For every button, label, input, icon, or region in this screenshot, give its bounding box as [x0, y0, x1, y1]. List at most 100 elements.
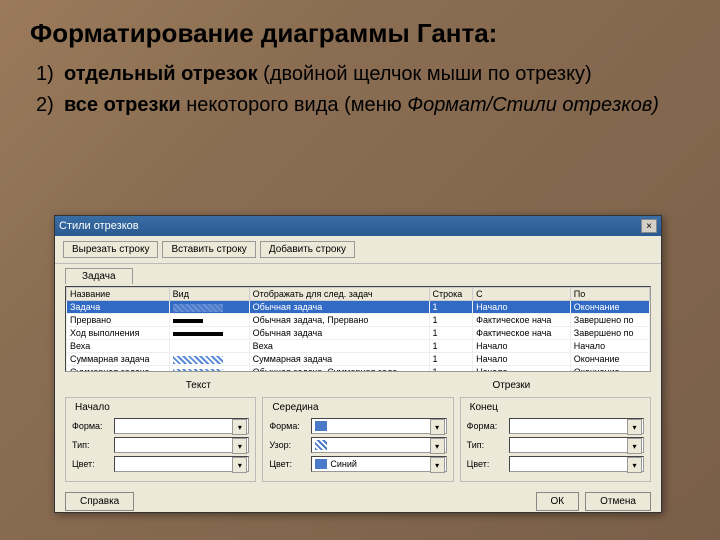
list-item: 1) отдельный отрезок (двойной щелчок мыш…: [36, 61, 690, 88]
col-show[interactable]: Отображать для след. задач: [249, 288, 429, 301]
color-value: Синий: [330, 459, 357, 469]
cell: Суммарная задача: [67, 353, 170, 366]
titlebar[interactable]: Стили отрезков ×: [55, 216, 661, 236]
table-row[interactable]: Задача Обычная задача1НачалоОкончание: [67, 301, 650, 314]
tab-text[interactable]: Текст: [166, 378, 231, 393]
label-color: Цвет:: [269, 459, 307, 469]
slide-title: Форматирование диаграммы Ганта:: [30, 18, 690, 49]
cell: Задача: [67, 301, 170, 314]
label-pattern: Узор:: [269, 440, 307, 450]
start-color-select[interactable]: [114, 456, 249, 472]
cell: Суммарная задача: [249, 353, 429, 366]
cell: Обычная задача: [249, 327, 429, 340]
end-color-select[interactable]: [509, 456, 644, 472]
col-row[interactable]: Строка: [429, 288, 473, 301]
bar-preview: [169, 314, 249, 327]
label-shape: Форма:: [467, 421, 505, 431]
rest-text: некоторого вида (меню: [181, 94, 408, 116]
tab-bars[interactable]: Отрезки: [472, 378, 550, 393]
list-item: 2) все отрезки некоторого вида (меню Фор…: [36, 92, 690, 119]
bar-preview: [169, 353, 249, 366]
cell: Начало: [473, 340, 571, 353]
cell: 1: [429, 340, 473, 353]
bold-text: отдельный отрезок: [64, 63, 258, 85]
cell: Окончание: [570, 353, 649, 366]
middle-shape-select[interactable]: [311, 418, 446, 434]
slide-list: 1) отдельный отрезок (двойной щелчок мыш…: [36, 61, 690, 119]
cell: Начало: [473, 301, 571, 314]
grid-header: Название Вид Отображать для след. задач …: [67, 288, 650, 301]
list-num: 1): [36, 61, 64, 88]
fieldset-start: Начало Форма: Тип: Цвет:: [65, 397, 256, 482]
italic-text: Формат/Стили отрезков): [407, 94, 659, 116]
table-row[interactable]: Суммарная задачаСуммарная задача1НачалоО…: [67, 353, 650, 366]
label-shape: Форма:: [72, 421, 110, 431]
label-color: Цвет:: [467, 459, 505, 469]
sub-tabs: Текст Отрезки: [65, 378, 651, 393]
table-row[interactable]: Ход выполненияОбычная задача1Фактическое…: [67, 327, 650, 340]
cell: Веха: [67, 340, 170, 353]
toolbar: Вырезать строку Вставить строку Добавить…: [55, 236, 661, 264]
paste-row-button[interactable]: Вставить строку: [162, 241, 255, 258]
cell: Начало: [570, 340, 649, 353]
end-type-select[interactable]: [509, 437, 644, 453]
cell: 1: [429, 327, 473, 340]
help-button[interactable]: Справка: [65, 492, 134, 511]
start-type-select[interactable]: [114, 437, 249, 453]
bar-preview: [169, 366, 249, 373]
tab-task[interactable]: Задача: [65, 268, 133, 284]
col-name[interactable]: Название: [67, 288, 170, 301]
styles-grid[interactable]: Название Вид Отображать для след. задач …: [65, 286, 651, 372]
close-button[interactable]: ×: [641, 219, 657, 233]
start-shape-select[interactable]: [114, 418, 249, 434]
bold-text: все отрезки: [64, 94, 181, 116]
middle-color-select[interactable]: Синий: [311, 456, 446, 472]
cell: 1: [429, 301, 473, 314]
cell: Обычная задача, Прервано: [249, 314, 429, 327]
label-color: Цвет:: [72, 459, 110, 469]
shape-fieldsets: Начало Форма: Тип: Цвет: Середина Форма:…: [65, 397, 651, 482]
insert-row-button[interactable]: Добавить строку: [260, 241, 355, 258]
table-row[interactable]: ВехаВеха1НачалоНачало: [67, 340, 650, 353]
cell: Завершено по: [570, 327, 649, 340]
cell: Суммарная задача: [67, 366, 170, 373]
cancel-button[interactable]: Отмена: [585, 492, 651, 511]
pattern-swatch-icon: [315, 440, 327, 450]
dialog-title: Стили отрезков: [59, 220, 641, 232]
col-to[interactable]: По: [570, 288, 649, 301]
label-type: Тип:: [467, 440, 505, 450]
color-swatch-icon: [315, 459, 327, 469]
label-shape: Форма:: [269, 421, 307, 431]
fieldset-title: Середина: [269, 402, 321, 413]
col-appearance[interactable]: Вид: [169, 288, 249, 301]
color-swatch-icon: [315, 421, 327, 431]
middle-pattern-select[interactable]: [311, 437, 446, 453]
table-row[interactable]: Суммарная задача Обычная задача, Суммарна…: [67, 366, 650, 373]
bar-preview: [169, 340, 249, 353]
cell: 1: [429, 353, 473, 366]
tab-row: Задача: [55, 264, 661, 284]
cut-row-button[interactable]: Вырезать строку: [63, 241, 158, 258]
rest-text: (двойной щелчок мыши по отрезку): [258, 63, 592, 85]
table-row[interactable]: ПрерваноОбычная задача, Прервано1Фактиче…: [67, 314, 650, 327]
cell: Обычная задача, Суммарная зада: [249, 366, 429, 373]
cell: Обычная задача: [249, 301, 429, 314]
cell: Окончание: [570, 301, 649, 314]
end-shape-select[interactable]: [509, 418, 644, 434]
list-text: все отрезки некоторого вида (меню Формат…: [64, 92, 659, 119]
col-from[interactable]: С: [473, 288, 571, 301]
cell: Прервано: [67, 314, 170, 327]
fieldset-middle: Середина Форма: Узор: Цвет: Синий: [262, 397, 453, 482]
cell: 1: [429, 314, 473, 327]
list-text: отдельный отрезок (двойной щелчок мыши п…: [64, 61, 592, 88]
fieldset-title: Конец: [467, 402, 501, 413]
bar-preview: [169, 327, 249, 340]
ok-button[interactable]: ОК: [536, 492, 580, 511]
bar-styles-dialog: Стили отрезков × Вырезать строку Вставит…: [54, 215, 662, 513]
label-type: Тип:: [72, 440, 110, 450]
list-num: 2): [36, 92, 64, 119]
fieldset-title: Начало: [72, 402, 113, 413]
fieldset-end: Конец Форма: Тип: Цвет:: [460, 397, 651, 482]
cell: Начало: [473, 366, 571, 373]
cell: 1: [429, 366, 473, 373]
